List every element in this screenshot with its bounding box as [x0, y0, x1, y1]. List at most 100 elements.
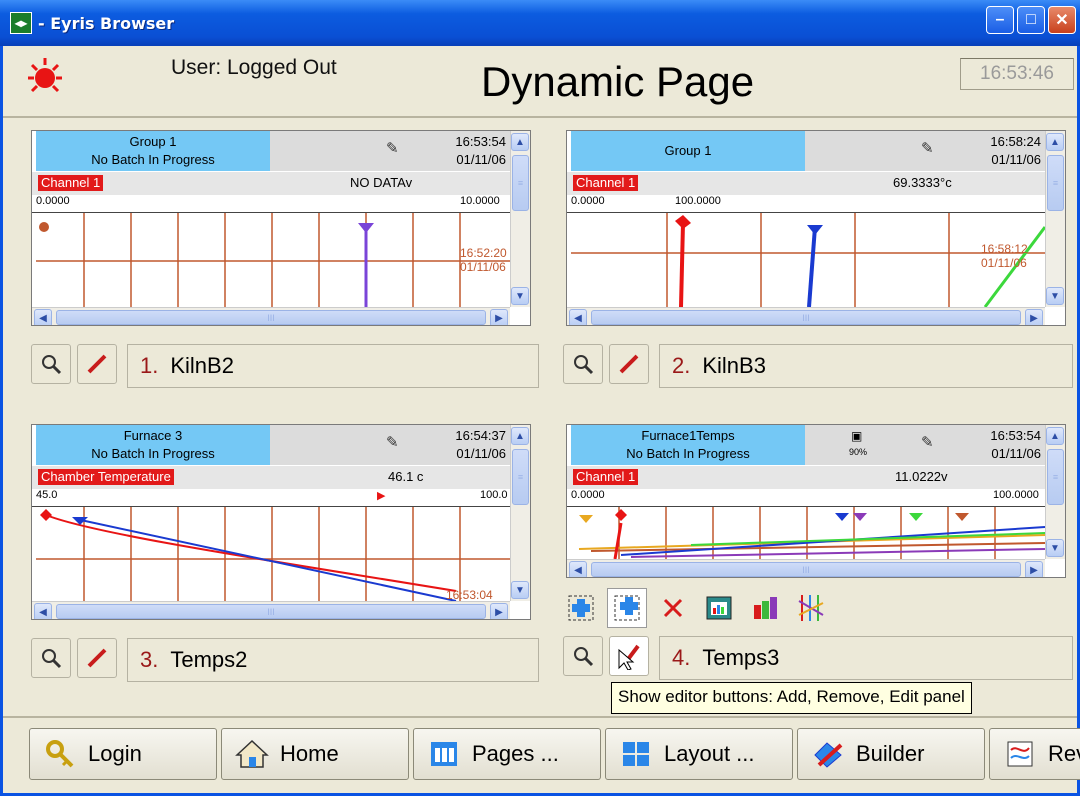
pen-icon: ✎ [386, 434, 399, 451]
chart-panel-temps3[interactable]: Furnace1Temps No Batch In Progress ▣ 90% … [566, 424, 1066, 578]
chart-scale: 45.0 ▶ 100.0 [32, 489, 510, 507]
edit-button[interactable] [609, 636, 649, 676]
channel-tag: Channel 1 [573, 469, 639, 485]
add-panel-button[interactable] [561, 588, 601, 628]
channel-tag: Channel 1 [38, 175, 104, 191]
pages-button[interactable]: Pages ... [413, 728, 601, 780]
pen-icon: ✎ [921, 140, 934, 157]
group-header: Furnace1Temps No Batch In Progress [571, 425, 805, 465]
footer-toolbar: Login Home Pages ... Layout ... Builder … [3, 716, 1080, 796]
edit-button[interactable] [77, 344, 117, 384]
3d-bars-icon [754, 597, 777, 619]
svg-text:16:53:04: 16:53:04 [446, 588, 493, 601]
pen-icon: ✎ [921, 434, 934, 451]
panel-name: 1. KilnB2 [127, 344, 539, 388]
timestamp: 16:58:24 01/11/06 [951, 131, 1045, 171]
remove-panel-button[interactable] [653, 588, 693, 628]
home-button[interactable]: Home [221, 728, 409, 780]
house-icon [234, 738, 270, 770]
magnifier-icon [574, 647, 594, 667]
vertical-scrollbar[interactable]: ▲ ≡ ▼ [1045, 131, 1065, 307]
chart-scale: 0.0000 100.0000 [567, 489, 1045, 507]
minimize-button[interactable]: – [986, 6, 1014, 34]
magnifier-icon [574, 355, 594, 375]
group-header: Group 1 [571, 131, 805, 171]
timestamp: 16:53:54 01/11/06 [416, 131, 510, 171]
svg-text:01/11/06: 01/11/06 [981, 256, 1027, 270]
chart-panel-kilnb3[interactable]: Group 1 ✎ 16:58:24 01/11/06 Channel 1 69.3… [566, 130, 1066, 326]
horizontal-scrollbar[interactable]: ◀ III ▶ [32, 601, 510, 619]
pen-icon: ✎ [386, 140, 399, 157]
maximize-button[interactable]: □ [1017, 6, 1045, 34]
horizontal-scrollbar[interactable]: ◀ III ▶ [567, 307, 1045, 325]
horizontal-scrollbar[interactable]: ◀ III ▶ [32, 307, 510, 325]
bar-chart-button[interactable] [745, 588, 785, 628]
title-bar[interactable]: ◂▸ - Eyris Browser – □ ✕ [0, 0, 1080, 46]
edit-button[interactable] [609, 344, 649, 384]
chart-plot [578, 507, 1045, 559]
chart-plot: 16:52:20 01/11/06 [36, 213, 510, 307]
clock-display: 16:53:46 [960, 58, 1074, 90]
svg-text:16:58:12: 16:58:12 [981, 242, 1028, 256]
vertical-scrollbar[interactable]: ▲ ≡ ▼ [1045, 425, 1065, 559]
horizontal-scrollbar[interactable]: ◀ III ▶ [567, 559, 1045, 577]
add-chart-button[interactable] [607, 588, 647, 628]
pencil-icon [619, 354, 639, 374]
group-header: Furnace 3 No Batch In Progress [36, 425, 270, 465]
trend-lines-icon [798, 595, 824, 621]
svg-text:01/11/06: 01/11/06 [460, 260, 506, 274]
chart-scale: 0.0000 10.0000 [32, 195, 510, 213]
vertical-scrollbar[interactable]: ▲ ≡ ▼ [510, 131, 530, 307]
edit-button[interactable] [77, 638, 117, 678]
editor-toolbar [561, 588, 831, 632]
magnifier-icon [42, 649, 62, 669]
chart-window-icon [706, 596, 732, 620]
timestamp: 16:54:37 01/11/06 [416, 425, 510, 465]
panel-name: 2. KilnB3 [659, 344, 1073, 388]
alarm-icon[interactable] [25, 56, 65, 96]
magnifier-icon [42, 355, 62, 375]
layout-button[interactable]: Layout ... [605, 728, 793, 780]
add-frame-icon [568, 595, 594, 621]
pencil-cursor-icon [618, 644, 640, 670]
pencil-icon [87, 354, 107, 374]
svg-text:16:52:20: 16:52:20 [460, 246, 507, 260]
app-icon: ◂▸ [10, 12, 32, 34]
user-status: User: Logged Out [171, 56, 337, 79]
pages-icon [426, 738, 462, 770]
chart-plot: 16:58:12 01/11/06 [571, 213, 1045, 307]
panel-name: 4. Temps3 [659, 636, 1073, 680]
group-header: Group 1 No Batch In Progress [36, 131, 270, 171]
page-header: User: Logged Out Dynamic Page 16:53:46 [3, 46, 1077, 118]
chart-plot: 16:53:04 [36, 507, 510, 601]
chart-panel-temps2[interactable]: Furnace 3 No Batch In Progress ✎ 16:54:37… [31, 424, 531, 620]
zoom-button[interactable] [31, 638, 71, 678]
channel-value: 11.0222v [895, 469, 948, 484]
eyris-browser-window: ◂▸ - Eyris Browser – □ ✕ User: Logged Ou… [0, 0, 1080, 796]
add-frame-icon [614, 595, 640, 621]
vertical-scrollbar[interactable]: ▲ ≡ ▼ [510, 425, 530, 601]
review-chart-icon [1002, 738, 1038, 770]
battery-level: 90% [849, 447, 868, 457]
chart-scale: 0.0000 100.0000 [567, 195, 1045, 213]
trend-button[interactable] [791, 588, 831, 628]
chart-panel-kilnb2[interactable]: Group 1 No Batch In Progress ✎ 16:53:54 01… [31, 130, 531, 326]
edit-panel-button[interactable] [699, 588, 739, 628]
pencil-icon [87, 648, 107, 668]
key-icon [42, 738, 78, 770]
page-title: Dynamic Page [481, 58, 755, 105]
builder-button[interactable]: Builder [797, 728, 985, 780]
close-button[interactable]: ✕ [1048, 6, 1076, 34]
zoom-button[interactable] [31, 344, 71, 384]
login-button[interactable]: Login [29, 728, 217, 780]
panel-name: 3. Temps2 [127, 638, 539, 682]
channel-value: 46.1 c [388, 469, 424, 484]
timestamp: 16:53:54 01/11/06 [951, 425, 1045, 465]
delete-x-icon [663, 598, 683, 618]
zoom-button[interactable] [563, 344, 603, 384]
tooltip: Show editor buttons: Add, Remove, Edit p… [611, 682, 972, 714]
zoom-button[interactable] [563, 636, 603, 676]
review-button[interactable]: Rev [989, 728, 1080, 780]
builder-icon [810, 738, 846, 770]
channel-value: NO DATAv [350, 175, 413, 190]
